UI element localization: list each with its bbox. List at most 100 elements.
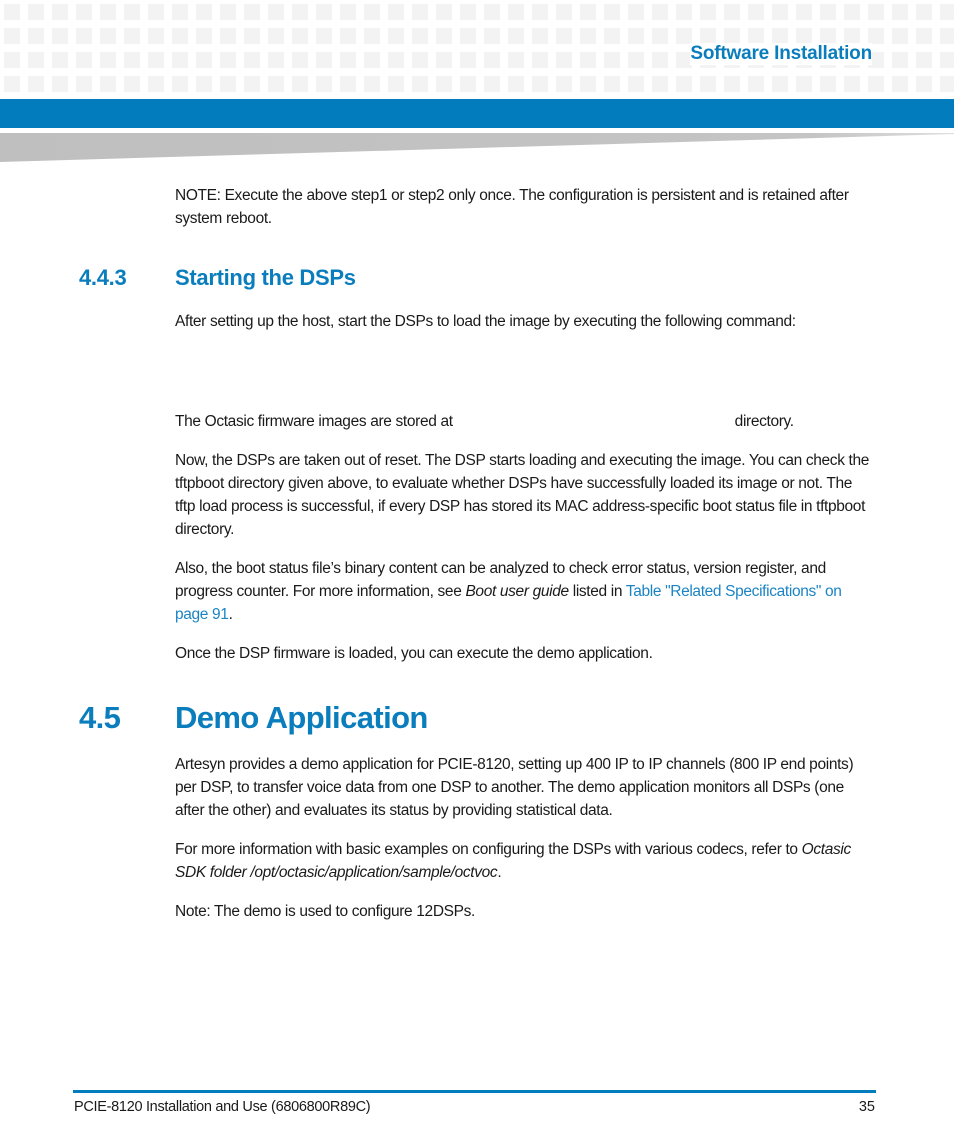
grid-square	[316, 4, 332, 20]
grid-square	[220, 52, 236, 68]
grid-square	[436, 4, 452, 20]
grid-square	[292, 4, 308, 20]
grid-square	[172, 76, 188, 92]
grid-square	[388, 28, 404, 44]
grid-square	[652, 28, 668, 44]
footer-page-number: 35	[858, 1099, 875, 1115]
grid-square	[4, 28, 20, 44]
grid-square	[748, 4, 764, 20]
section-number: 4.5	[79, 700, 121, 735]
grid-square	[316, 76, 332, 92]
note-paragraph: NOTE: Execute the above step1 or step2 o…	[175, 187, 849, 227]
section-heading-4-4-3: 4.4.3 Starting the DSPs	[79, 265, 356, 291]
grid-square	[532, 28, 548, 44]
grid-square	[868, 4, 884, 20]
grid-square	[28, 52, 44, 68]
grid-square	[412, 52, 428, 68]
grid-square	[796, 28, 812, 44]
grid-square	[316, 52, 332, 68]
grid-square	[868, 76, 884, 92]
grid-square	[532, 76, 548, 92]
paragraph-demo-description: Artesyn provides a demo application for …	[175, 756, 854, 819]
grid-square	[652, 76, 668, 92]
grid-square	[820, 4, 836, 20]
paragraph-boot-status: Also, the boot status file’s binary cont…	[175, 557, 875, 626]
grid-square	[316, 28, 332, 44]
grid-square	[52, 28, 68, 44]
paragraph-demo-ready: Once the DSP firmware is loaded, you can…	[175, 645, 653, 662]
section-number: 4.4.3	[79, 265, 127, 290]
grid-square	[940, 52, 954, 68]
grid-square	[820, 76, 836, 92]
grid-square	[556, 76, 572, 92]
grid-square	[892, 28, 908, 44]
paragraph-demo-note: Note: The demo is used to configure 12DS…	[175, 903, 476, 920]
grid-square	[220, 76, 236, 92]
grid-square	[268, 52, 284, 68]
header-blue-band	[0, 99, 954, 128]
grid-square	[292, 76, 308, 92]
grid-square	[388, 76, 404, 92]
paragraph-reset: Now, the DSPs are taken out of reset. Th…	[175, 452, 870, 538]
grid-square	[892, 76, 908, 92]
running-section-title: Software Installation	[690, 43, 872, 65]
grid-square	[484, 76, 500, 92]
grid-square	[4, 76, 20, 92]
grid-square	[100, 28, 116, 44]
grid-square	[148, 52, 164, 68]
grid-square	[580, 28, 596, 44]
grid-square	[844, 76, 860, 92]
grid-square	[220, 4, 236, 20]
grid-square	[532, 52, 548, 68]
grid-square	[76, 28, 92, 44]
grid-square	[124, 4, 140, 20]
grid-square	[652, 4, 668, 20]
grid-square	[940, 76, 954, 92]
grid-square	[652, 52, 668, 68]
grid-square	[748, 28, 764, 44]
grid-square	[724, 28, 740, 44]
grid-square	[604, 28, 620, 44]
grid-square	[28, 4, 44, 20]
grid-square	[76, 4, 92, 20]
grid-square	[556, 52, 572, 68]
grid-square	[52, 4, 68, 20]
grid-square	[532, 4, 548, 20]
section-heading-4-5: 4.5 Demo Application	[79, 700, 428, 736]
grid-square	[436, 52, 452, 68]
grid-square	[676, 76, 692, 92]
paragraph-start-dsps: After setting up the host, start the DSP…	[175, 313, 796, 330]
grid-square	[172, 4, 188, 20]
section-title: Demo Application	[175, 700, 428, 735]
grid-square	[460, 52, 476, 68]
grid-square	[916, 52, 932, 68]
grid-square	[508, 52, 524, 68]
grid-square	[172, 52, 188, 68]
grid-square	[436, 76, 452, 92]
footer-divider	[73, 1090, 876, 1093]
grid-square	[556, 4, 572, 20]
grid-square	[580, 52, 596, 68]
grid-square	[340, 4, 356, 20]
grid-square	[772, 4, 788, 20]
footer-document-title: PCIE-8120 Installation and Use (6806800R…	[74, 1099, 371, 1115]
grid-square	[100, 52, 116, 68]
grid-square	[772, 76, 788, 92]
firmware-text-before: The Octasic firmware images are stored a…	[175, 413, 453, 430]
grid-square	[580, 76, 596, 92]
grid-square	[484, 4, 500, 20]
grid-square	[268, 28, 284, 44]
grid-square	[700, 28, 716, 44]
grid-square	[700, 76, 716, 92]
grid-square	[364, 52, 380, 68]
grid-square	[244, 76, 260, 92]
section-title: Starting the DSPs	[175, 265, 356, 290]
grid-square	[76, 52, 92, 68]
grid-square	[28, 76, 44, 92]
grid-square	[388, 52, 404, 68]
grid-square	[244, 52, 260, 68]
grid-square	[100, 76, 116, 92]
grid-square	[940, 28, 954, 44]
grid-square	[700, 4, 716, 20]
grid-square	[460, 76, 476, 92]
